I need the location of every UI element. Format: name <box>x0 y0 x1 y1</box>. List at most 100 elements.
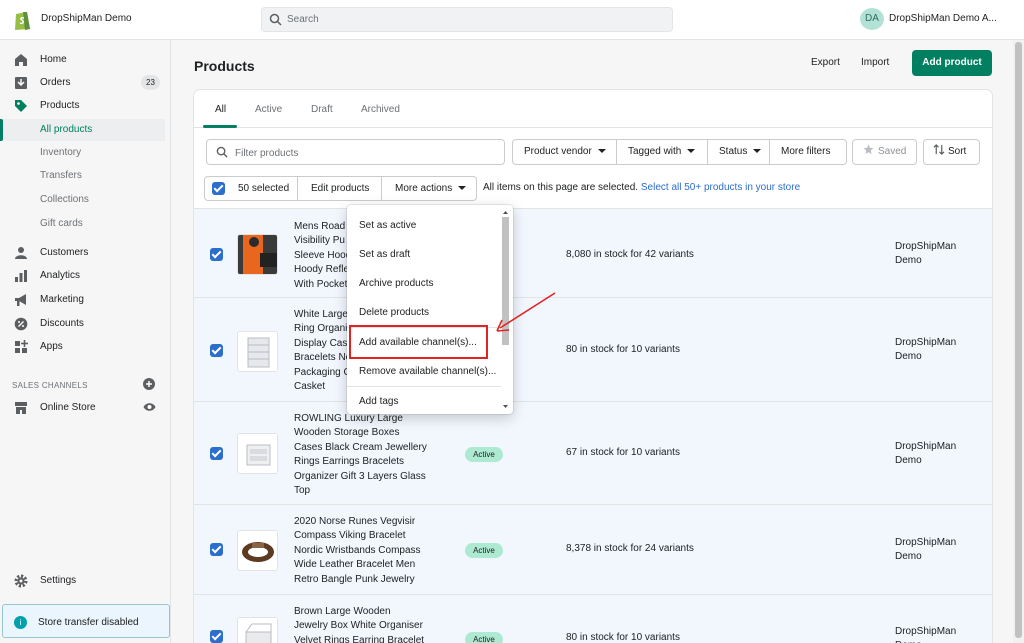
menu-item-label: Set as active <box>359 220 417 231</box>
highlight-box <box>349 325 488 359</box>
row-checkbox[interactable] <box>210 344 223 357</box>
menu-item-label: Add tags <box>359 396 399 407</box>
product-thumbnail[interactable] <box>237 617 278 643</box>
page-scrollbar[interactable] <box>1013 40 1024 643</box>
product-image-jewelry-box <box>238 618 277 643</box>
sidebar-item-settings[interactable]: Settings <box>0 570 170 592</box>
sidebar-item-collections[interactable]: Collections <box>0 189 170 211</box>
product-thumbnail[interactable] <box>237 331 278 372</box>
page-title: Products <box>194 58 255 74</box>
sidebar-item-label: Home <box>40 54 67 65</box>
more-filters-button[interactable]: More filters <box>769 139 847 165</box>
sidebar-item-analytics[interactable]: Analytics <box>0 265 170 287</box>
more-filters-label: More filters <box>781 146 831 157</box>
star-icon <box>863 144 874 155</box>
row-checkbox[interactable] <box>210 630 223 643</box>
menu-item-remove-channels[interactable]: Remove available channel(s)... <box>347 357 501 386</box>
caret-down-icon <box>753 149 762 154</box>
menu-item-add-tags[interactable]: Add tags <box>347 386 501 414</box>
discount-icon <box>14 317 28 331</box>
sidebar-item-label: Transfers <box>40 170 82 181</box>
filter-placeholder: Filter products <box>235 148 299 159</box>
bulk-selection-checkbox[interactable]: 50 selected <box>204 176 298 201</box>
products-card: All Active Draft Archived Filter product… <box>194 90 992 643</box>
sidebar-item-label: Products <box>40 100 80 111</box>
menu-item-set-active[interactable]: Set as active <box>347 211 501 240</box>
stock-text: 80 in stock for 10 variants <box>566 344 680 355</box>
product-thumbnail[interactable] <box>237 234 278 275</box>
more-actions-button[interactable]: More actions <box>381 176 477 201</box>
menu-item-delete[interactable]: Delete products <box>347 298 501 327</box>
sidebar-item-customers[interactable]: Customers <box>0 242 170 264</box>
menu-item-set-draft[interactable]: Set as draft <box>347 240 501 269</box>
menu-item-archive[interactable]: Archive products <box>347 269 501 298</box>
product-thumbnail[interactable] <box>237 530 278 571</box>
table-row[interactable]: Mens Road Visibility Pu Sleeve Hood Hoody R… <box>194 208 992 298</box>
status-badge: Active <box>465 543 503 558</box>
status-filter[interactable]: Status <box>707 139 770 165</box>
product-name[interactable]: ROWLING Luxury Large Wooden Storage Boxes… <box>294 412 434 498</box>
row-checkbox[interactable] <box>210 248 223 261</box>
menu-item-label: Remove available channel(s)... <box>359 366 497 377</box>
store-name[interactable]: DropShipMan Demo <box>41 13 132 24</box>
sidebar-item-transfers[interactable]: Transfers <box>0 165 170 187</box>
caret-down-icon <box>687 149 696 154</box>
sidebar-item-apps[interactable]: Apps <box>0 336 170 358</box>
sidebar-item-label: Apps <box>40 341 63 352</box>
sort-icon <box>933 144 945 155</box>
sales-channels-heading: SALES CHANNELS <box>12 381 88 390</box>
product-name[interactable]: 2020 Norse Runes Vegvisir Compass Viking … <box>294 515 434 587</box>
sidebar-item-discounts[interactable]: Discounts <box>0 313 170 335</box>
shopify-logo-icon[interactable] <box>13 9 33 31</box>
product-vendor-label: Product vendor <box>524 146 592 157</box>
table-row[interactable]: White Large Ring Organi Display Case Bracel… <box>194 297 992 401</box>
sidebar-item-products[interactable]: Products <box>0 95 170 117</box>
tab-active[interactable]: Active <box>255 104 282 115</box>
search-bar[interactable]: Search <box>261 7 673 32</box>
product-vendor-filter[interactable]: Product vendor <box>512 139 617 165</box>
add-channel-plus-icon[interactable] <box>143 378 155 390</box>
eye-icon[interactable] <box>143 402 156 412</box>
add-product-button[interactable]: Add product <box>912 50 992 76</box>
tab-draft[interactable]: Draft <box>311 104 333 115</box>
user-name[interactable]: DropShipMan Demo A... <box>889 13 1004 24</box>
table-row[interactable]: Brown Large Wooden Jewelry Box White Orga… <box>194 594 992 643</box>
tagged-with-label: Tagged with <box>628 146 682 157</box>
select-all-checkbox[interactable] <box>212 182 225 195</box>
edit-products-button[interactable]: Edit products <box>297 176 382 201</box>
bar-chart-icon <box>15 270 27 282</box>
menu-item-label: Delete products <box>359 307 430 318</box>
tab-all[interactable]: All <box>215 104 226 115</box>
orders-count-badge: 23 <box>141 75 160 90</box>
sidebar-item-gift-cards[interactable]: Gift cards <box>0 213 170 235</box>
sort-label: Sort <box>948 146 967 157</box>
avatar[interactable]: DA <box>860 8 884 30</box>
search-icon <box>216 146 228 158</box>
select-all-link[interactable]: Select all 50+ products in your store <box>641 182 800 193</box>
top-bar: DropShipMan Demo Search DA DropShipMan D… <box>0 0 1024 40</box>
product-name[interactable]: Brown Large Wooden Jewelry Box White Orga… <box>294 605 434 643</box>
sidebar-item-orders[interactable]: Orders 23 <box>0 72 170 94</box>
sort-button[interactable]: Sort <box>923 139 980 165</box>
stock-text: 8,378 in stock for 24 variants <box>566 543 694 554</box>
sidebar-item-home[interactable]: Home <box>0 49 170 71</box>
tab-archived[interactable]: Archived <box>361 104 400 115</box>
tagged-with-filter[interactable]: Tagged with <box>616 139 708 165</box>
saved-label: Saved <box>878 146 907 157</box>
sidebar-item-inventory[interactable]: Inventory <box>0 142 170 164</box>
sidebar-item-marketing[interactable]: Marketing <box>0 289 170 311</box>
table-row[interactable]: ROWLING Luxury Large Wooden Storage Boxes… <box>194 401 992 505</box>
sidebar-item-all-products[interactable]: All products <box>0 119 165 141</box>
row-checkbox[interactable] <box>210 543 223 556</box>
product-thumbnail[interactable] <box>237 433 278 474</box>
page-scrollbar-thumb[interactable] <box>1015 42 1022 638</box>
saved-button[interactable]: Saved <box>852 139 917 165</box>
import-button[interactable]: Import <box>861 57 889 68</box>
table-row[interactable]: 2020 Norse Runes Vegvisir Compass Viking … <box>194 504 992 594</box>
export-button[interactable]: Export <box>811 57 840 68</box>
status-badge: Active <box>465 447 503 462</box>
filter-products-input[interactable]: Filter products <box>206 139 505 165</box>
annotation-arrow <box>496 292 556 332</box>
row-checkbox[interactable] <box>210 447 223 460</box>
sidebar-item-label: Online Store <box>40 402 96 413</box>
